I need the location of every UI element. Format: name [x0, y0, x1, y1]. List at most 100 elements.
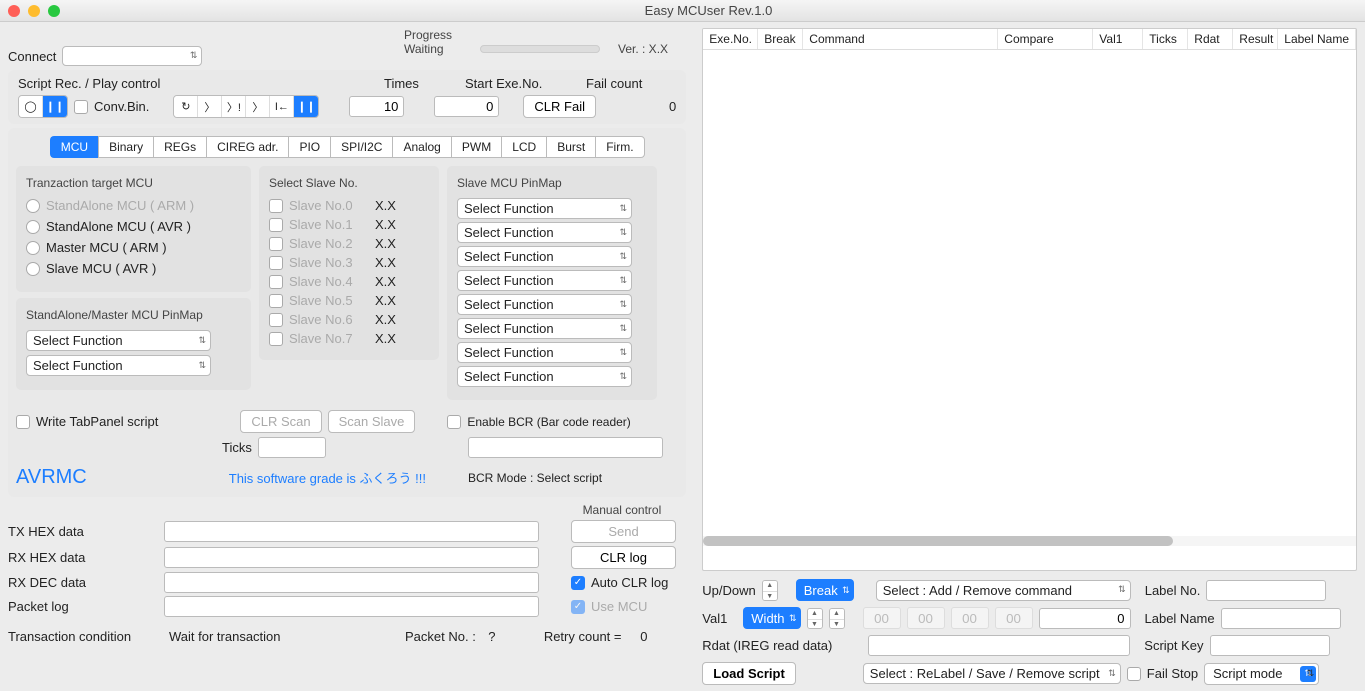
table-body[interactable] — [703, 50, 1356, 536]
bcr-input[interactable] — [468, 437, 663, 458]
ticks-input[interactable] — [258, 437, 326, 458]
slave-fn-4[interactable]: Select Function — [457, 294, 632, 315]
tx-input[interactable] — [164, 521, 539, 542]
rx-input[interactable] — [164, 547, 539, 568]
tab-lcd[interactable]: LCD — [501, 136, 546, 158]
radio-arm[interactable] — [26, 199, 40, 213]
col-label[interactable]: Label Name — [1278, 29, 1356, 49]
script-key-input[interactable] — [1210, 635, 1330, 656]
minimize-icon[interactable] — [28, 5, 40, 17]
col-result[interactable]: Result — [1233, 29, 1278, 49]
rxdec-input[interactable] — [164, 572, 539, 593]
radio-master[interactable] — [26, 241, 40, 255]
auto-clr-checkbox[interactable]: ✓ — [571, 576, 585, 590]
clr-fail-button[interactable]: CLR Fail — [523, 95, 596, 118]
label-no-input[interactable] — [1206, 580, 1326, 601]
relabel-select[interactable]: Select : ReLabel / Save / Remove script — [863, 663, 1121, 684]
conv-bin-checkbox[interactable] — [74, 100, 88, 114]
play-controls[interactable]: ↻〉〉!〉I←❙❙ — [173, 95, 319, 118]
retry-value: 0 — [628, 629, 648, 644]
col-compare[interactable]: Compare — [998, 29, 1093, 49]
dim2[interactable] — [907, 607, 945, 629]
times-label: Times — [384, 76, 459, 91]
break-select[interactable]: Break — [796, 579, 854, 601]
updown-stepper[interactable]: ▲▼ — [762, 580, 778, 601]
slave-fn-6[interactable]: Select Function — [457, 342, 632, 363]
slave-fn-1[interactable]: Select Function — [457, 222, 632, 243]
scan-slave-button[interactable]: Scan Slave — [328, 410, 416, 433]
slave-3-label: Slave No.3 — [289, 255, 369, 270]
tab-pwm[interactable]: PWM — [451, 136, 501, 158]
slave-cb-2[interactable] — [269, 237, 283, 251]
slave-cb-0[interactable] — [269, 199, 283, 213]
dim3[interactable] — [951, 607, 989, 629]
pinmap-select2[interactable]: Select Function — [26, 355, 211, 376]
tab-firm[interactable]: Firm. — [595, 136, 644, 158]
radio-avr[interactable] — [26, 220, 40, 234]
tab-binary[interactable]: Binary — [98, 136, 153, 158]
col-rdat[interactable]: Rdat — [1188, 29, 1233, 49]
tab-spi[interactable]: SPI/I2C — [330, 136, 392, 158]
col-exe[interactable]: Exe.No. — [703, 29, 758, 49]
connect-label: Connect — [8, 49, 56, 64]
label-name-input[interactable] — [1221, 608, 1341, 629]
col-command[interactable]: Command — [803, 29, 998, 49]
script-mode-select[interactable]: Script mode⇅ — [1204, 663, 1319, 685]
slave-cb-6[interactable] — [269, 313, 283, 327]
packet-no-value: ? — [482, 629, 502, 644]
tab-burst[interactable]: Burst — [546, 136, 595, 158]
manual-label: Manual control — [583, 503, 662, 517]
tab-mcu[interactable]: MCU — [50, 136, 98, 158]
val1-value[interactable] — [1039, 608, 1131, 629]
col-break[interactable]: Break — [758, 29, 803, 49]
rec-toggle[interactable]: ◯❙❙ — [18, 95, 68, 118]
enable-bcr-checkbox[interactable] — [447, 415, 461, 429]
slave-fn-7[interactable]: Select Function — [457, 366, 632, 387]
radio-avr-label: StandAlone MCU ( AVR ) — [46, 219, 191, 234]
load-script-button[interactable]: Load Script — [702, 662, 796, 685]
col-val1[interactable]: Val1 — [1093, 29, 1143, 49]
slave-cb-1[interactable] — [269, 218, 283, 232]
slave-fn-5[interactable]: Select Function — [457, 318, 632, 339]
send-button[interactable]: Send — [571, 520, 676, 543]
grade-label: This software grade is ふくろう !!! — [229, 468, 426, 487]
clr-scan-button[interactable]: CLR Scan — [240, 410, 321, 433]
val1-label: Val1 — [702, 611, 737, 626]
add-remove-select[interactable]: Select : Add / Remove command — [876, 580, 1131, 601]
slave-fn-2[interactable]: Select Function — [457, 246, 632, 267]
horiz-scrollbar[interactable] — [703, 536, 1356, 546]
col-ticks[interactable]: Ticks — [1143, 29, 1188, 49]
dim1[interactable] — [863, 607, 901, 629]
trans-target-label: Tranzaction target MCU — [26, 176, 241, 190]
packet-input[interactable] — [164, 596, 539, 617]
val1-stepper1[interactable]: ▲▼ — [807, 608, 823, 629]
dim4[interactable] — [995, 607, 1033, 629]
val1-stepper2[interactable]: ▲▼ — [829, 608, 845, 629]
connect-select[interactable] — [62, 46, 202, 66]
tab-analog[interactable]: Analog — [392, 136, 450, 158]
write-tab-checkbox[interactable] — [16, 415, 30, 429]
close-icon[interactable] — [8, 5, 20, 17]
slave-cb-3[interactable] — [269, 256, 283, 270]
slave-fn-0[interactable]: Select Function — [457, 198, 632, 219]
slave-fn-3[interactable]: Select Function — [457, 270, 632, 291]
fail-stop-checkbox[interactable] — [1127, 667, 1141, 681]
start-exe-input[interactable] — [434, 96, 499, 117]
width-select[interactable]: Width — [743, 607, 800, 629]
slave-cb-7[interactable] — [269, 332, 283, 346]
slave-no-label: Select Slave No. — [269, 176, 429, 190]
times-input[interactable] — [349, 96, 404, 117]
pinmap-select1[interactable]: Select Function — [26, 330, 211, 351]
tab-regs[interactable]: REGs — [153, 136, 206, 158]
slave-5-val: X.X — [375, 293, 396, 308]
maximize-icon[interactable] — [48, 5, 60, 17]
rdat-label: Rdat (IREG read data) — [702, 638, 862, 653]
radio-arm-label: StandAlone MCU ( ARM ) — [46, 198, 194, 213]
tab-pio[interactable]: PIO — [288, 136, 330, 158]
tab-cireg[interactable]: CIREG adr. — [206, 136, 288, 158]
slave-cb-5[interactable] — [269, 294, 283, 308]
rdat-input[interactable] — [868, 635, 1130, 656]
slave-cb-4[interactable] — [269, 275, 283, 289]
radio-slave[interactable] — [26, 262, 40, 276]
clr-log-button[interactable]: CLR log — [571, 546, 676, 569]
